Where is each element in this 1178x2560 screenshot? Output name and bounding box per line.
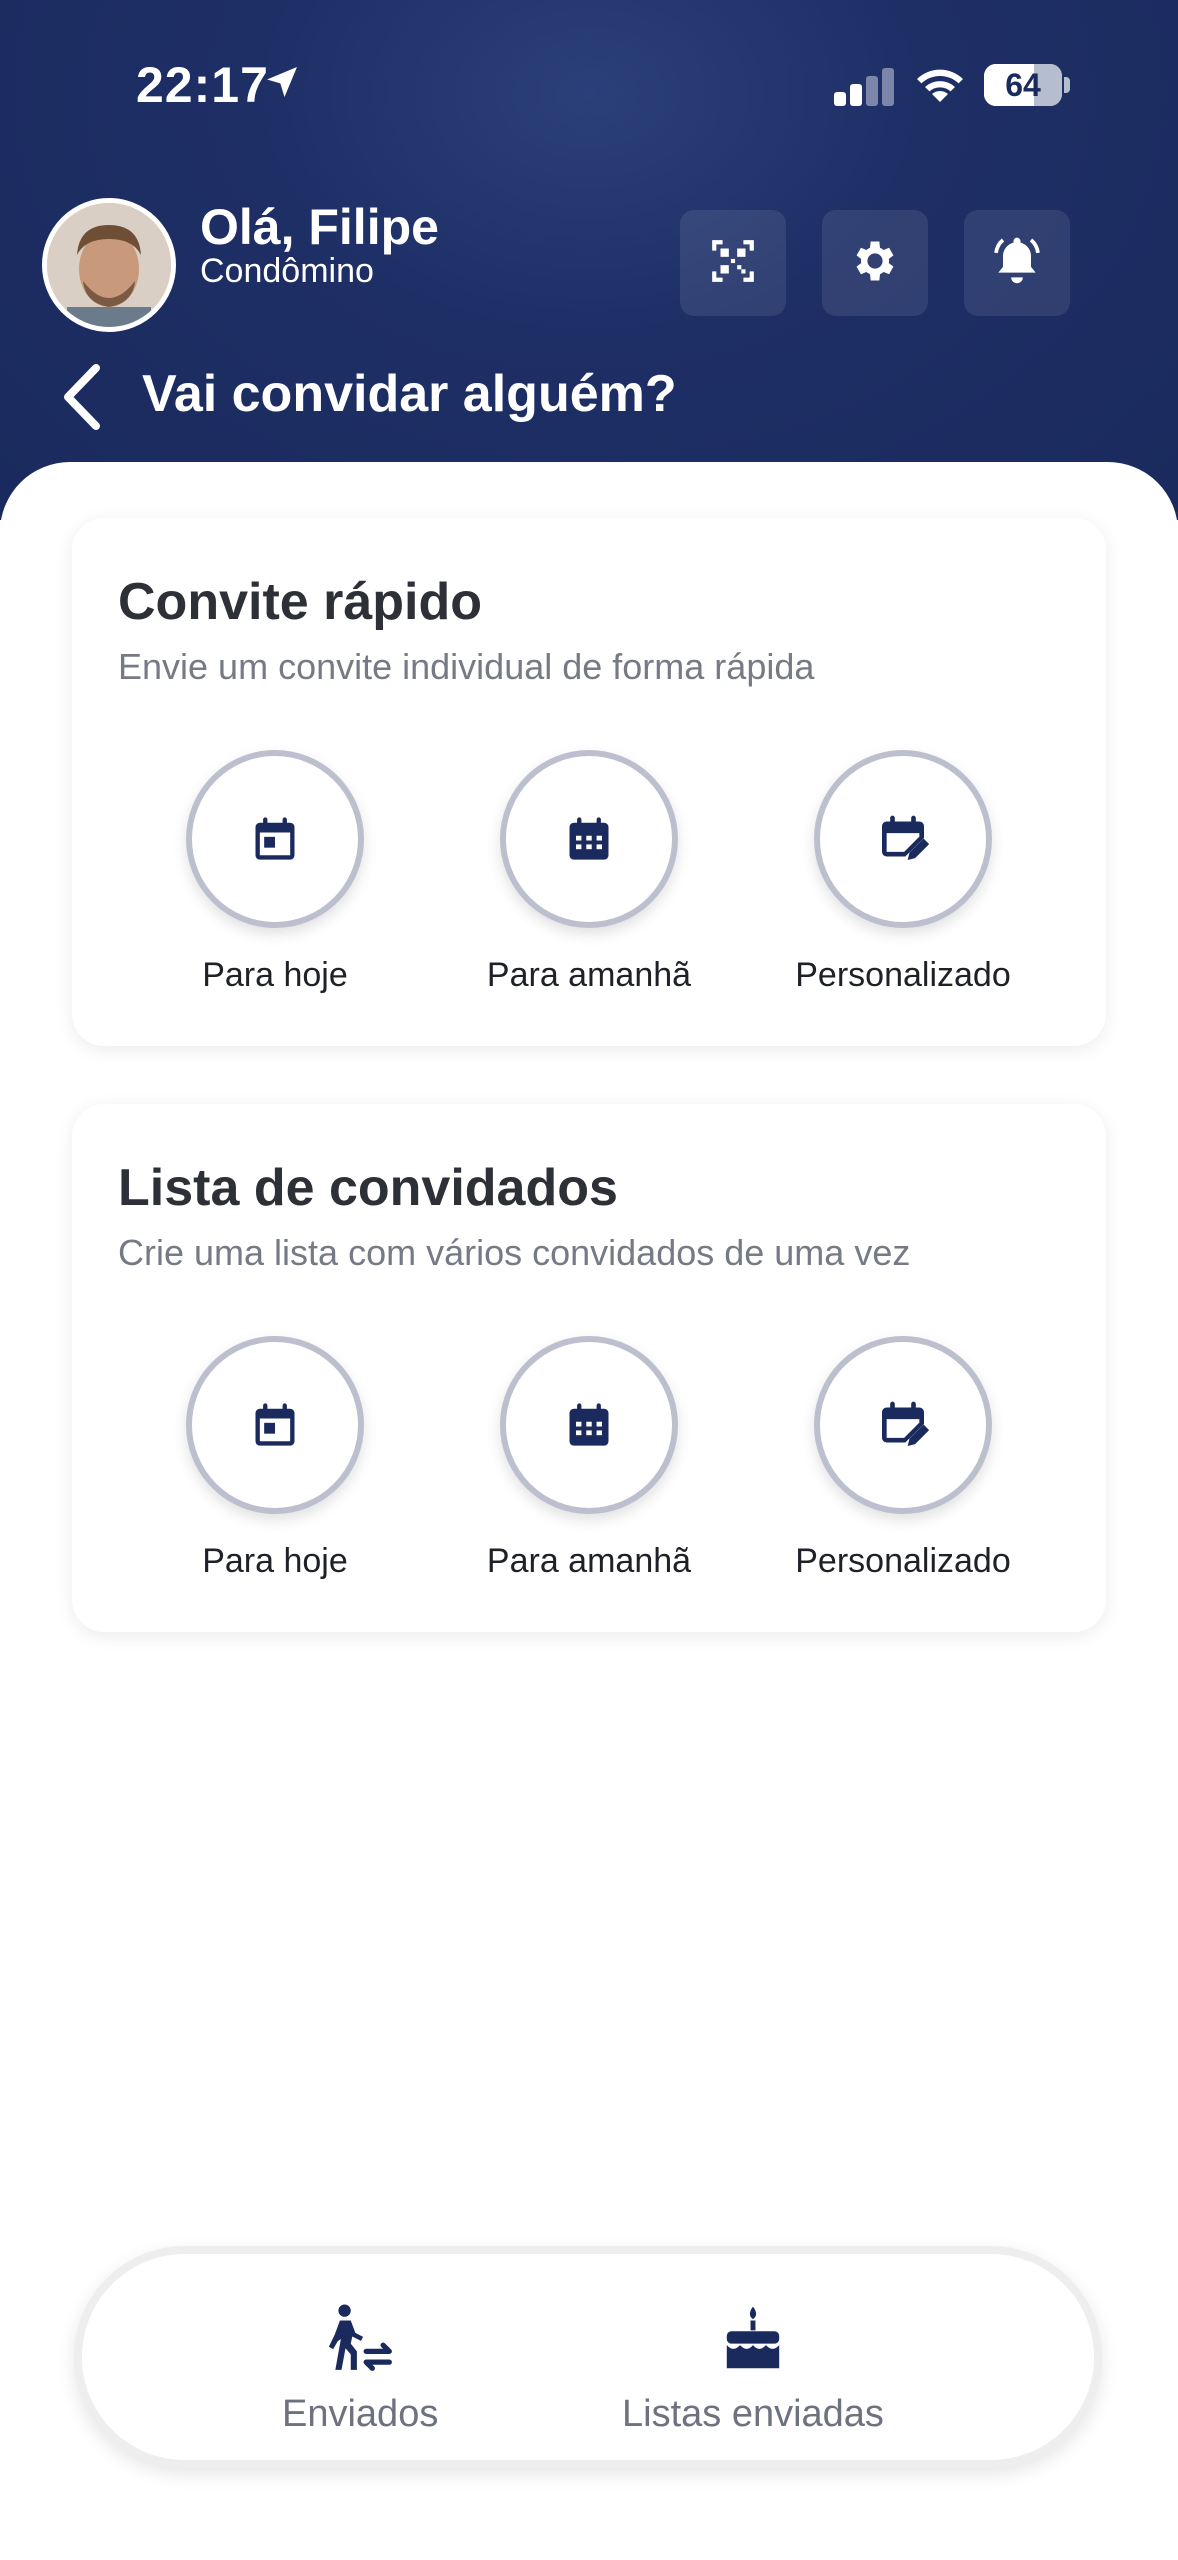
- option-label: Personalizado: [795, 956, 1011, 994]
- bell-icon: [989, 233, 1045, 294]
- back-button[interactable]: [58, 362, 108, 432]
- calendar-grid-icon: [569, 817, 609, 860]
- user-role: Condômino: [200, 252, 374, 290]
- settings-button[interactable]: [822, 210, 928, 316]
- option-custom[interactable]: Personalizado: [778, 1336, 1028, 1581]
- page-title: Vai convidar alguém?: [142, 365, 677, 423]
- nav-label: Listas enviadas: [622, 2393, 884, 2435]
- card-subtitle: Envie um convite individual de forma ráp…: [118, 646, 815, 687]
- greeting-text: Olá, Filipe: [200, 199, 439, 255]
- status-bar: 22:17 64: [0, 0, 1178, 170]
- qr-code-icon: [708, 236, 758, 291]
- location-arrow-icon: [262, 62, 302, 107]
- option-label: Para amanhã: [486, 956, 692, 994]
- notifications-button[interactable]: [964, 210, 1070, 316]
- option-circle[interactable]: [814, 1336, 992, 1514]
- qr-code-button[interactable]: [680, 210, 786, 316]
- wifi-icon: [910, 60, 970, 113]
- option-custom[interactable]: Personalizado: [778, 750, 1028, 995]
- nav-label: Enviados: [282, 2393, 439, 2435]
- card-title: Convite rápido: [118, 573, 483, 631]
- quick-invite-card: Convite rápido Envie um convite individu…: [72, 518, 1106, 1046]
- option-label: Para hoje: [202, 956, 348, 994]
- battery-tip: [1064, 77, 1070, 93]
- card-title: Lista de convidados: [118, 1159, 618, 1217]
- nav-item-lists-sent[interactable]: Listas enviadas: [622, 2302, 884, 2436]
- cellular-signal-icon: [834, 66, 894, 106]
- chevron-left-icon: [64, 364, 100, 430]
- calendar-edit-icon: [882, 1401, 930, 1446]
- option-label: Para amanhã: [486, 1542, 692, 1580]
- option-label: Para hoje: [202, 1542, 348, 1580]
- gear-icon: [849, 235, 901, 292]
- option-today[interactable]: Para hoje: [150, 1336, 400, 1581]
- battery-indicator: 64: [984, 64, 1062, 106]
- status-time: 22:17: [136, 57, 269, 113]
- calendar-edit-icon: [882, 815, 930, 860]
- option-label: Personalizado: [795, 1542, 1011, 1580]
- option-circle[interactable]: [500, 750, 678, 928]
- calendar-today-icon: [255, 817, 295, 860]
- cake-icon: [726, 2306, 780, 2369]
- nav-item-sent[interactable]: Enviados: [282, 2302, 438, 2436]
- option-circle[interactable]: [186, 750, 364, 928]
- card-subtitle: Crie uma lista com vários convidados de …: [118, 1232, 911, 1273]
- option-today[interactable]: Para hoje: [150, 750, 400, 995]
- walking-person-transfer-icon: [329, 2304, 393, 2371]
- option-tomorrow[interactable]: Para amanhã: [464, 750, 714, 995]
- calendar-grid-icon: [569, 1403, 609, 1446]
- bottom-navigation: Enviados Listas enviadas: [74, 2246, 1102, 2468]
- guest-list-card: Lista de convidados Crie uma lista com v…: [72, 1104, 1106, 1632]
- option-circle[interactable]: [500, 1336, 678, 1514]
- option-tomorrow[interactable]: Para amanhã: [464, 1336, 714, 1581]
- battery-level: 64: [1005, 67, 1041, 103]
- avatar[interactable]: [42, 198, 176, 332]
- calendar-today-icon: [255, 1403, 295, 1446]
- option-circle[interactable]: [814, 750, 992, 928]
- option-circle[interactable]: [186, 1336, 364, 1514]
